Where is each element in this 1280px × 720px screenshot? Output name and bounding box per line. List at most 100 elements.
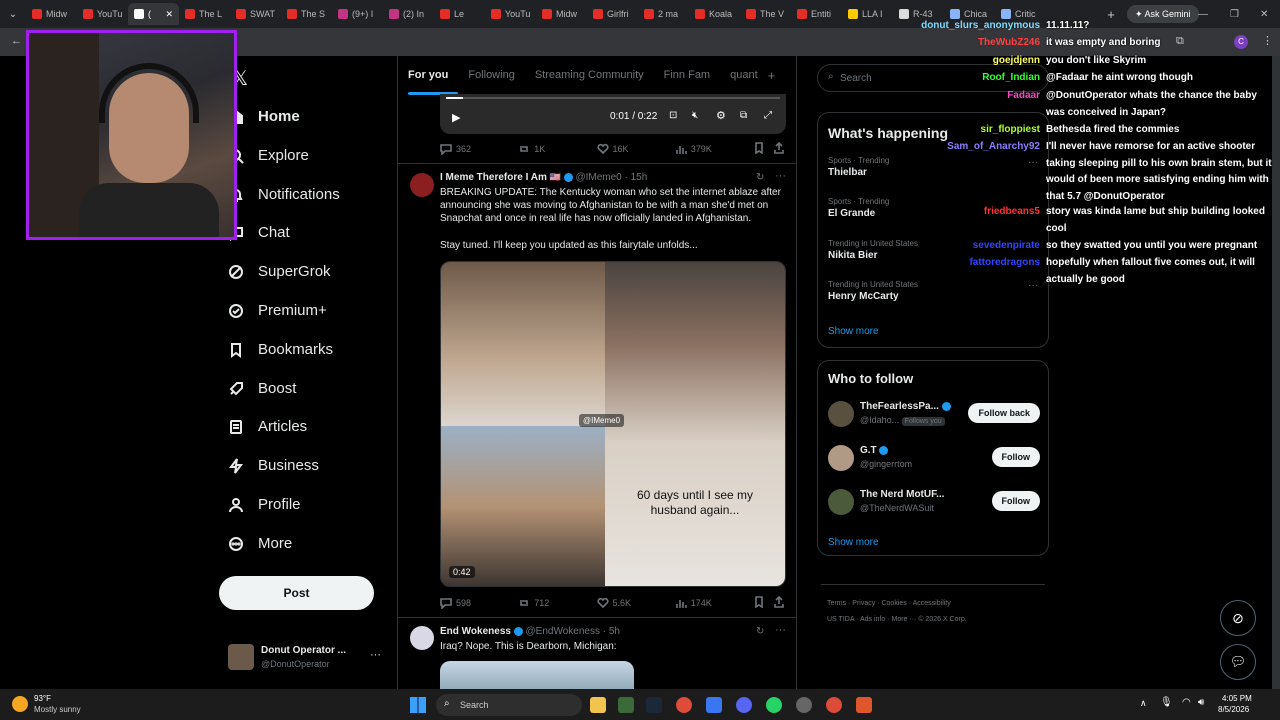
nav-notifications[interactable]: Notifications — [228, 186, 340, 203]
mute-icon[interactable]: 🔇︎ — [692, 110, 698, 121]
chat-username[interactable]: friedbeans5 — [984, 204, 1040, 221]
footer-link[interactable]: US TIDA — [827, 616, 854, 623]
nav-chat[interactable]: Chat — [228, 224, 290, 241]
grok-fab[interactable]: ⊘ — [1220, 600, 1256, 636]
account-more-icon[interactable]: ··· — [370, 649, 381, 661]
share-button[interactable] — [773, 141, 785, 156]
file-explorer-icon[interactable] — [590, 697, 606, 713]
terminal-icon[interactable] — [618, 697, 634, 713]
tweet3-author-name[interactable]: End Wokeness — [440, 626, 511, 637]
footer-link[interactable]: Accessibility — [913, 600, 951, 607]
browser-tab[interactable]: LLA I — [842, 3, 893, 25]
account-switcher[interactable]: Donut Operator ... @DonutOperator ··· — [228, 641, 388, 675]
chat-username[interactable]: Sam_of_Anarchy92 — [947, 139, 1040, 156]
tweet3-avatar[interactable] — [410, 626, 434, 650]
browser-tab[interactable]: Midw — [536, 3, 587, 25]
steam-icon[interactable] — [646, 697, 662, 713]
taskbar-search[interactable]: ⌕ Search — [436, 694, 582, 716]
chat-username[interactable]: Roof_Indian — [982, 70, 1040, 87]
browser-tab[interactable]: Koala — [689, 3, 740, 25]
browser-tab[interactable]: 2 ma — [638, 3, 689, 25]
nav-boost[interactable]: Boost — [228, 380, 296, 397]
play-icon[interactable]: ▶ — [452, 111, 460, 124]
footer-link[interactable]: More ··· — [891, 616, 916, 623]
follow-suggestion[interactable]: TheFearlessPa... @Idaho... Follows you F… — [828, 399, 1040, 431]
footer-link[interactable]: Terms — [827, 600, 846, 607]
video-progress-bar[interactable] — [446, 97, 780, 99]
nav-business[interactable]: Business — [228, 457, 319, 474]
tweet2-avatar[interactable] — [410, 173, 434, 197]
chrome-active-icon[interactable] — [826, 697, 842, 713]
trends-show-more[interactable]: Show more — [828, 326, 879, 337]
browser-tab[interactable]: The L — [179, 3, 230, 25]
browser-tab[interactable]: YouTu — [485, 3, 536, 25]
tweet2-author-name[interactable]: I Meme Therefore I Am — [440, 172, 547, 183]
nav-articles[interactable]: Articles — [228, 418, 307, 435]
footer-link[interactable]: Privacy — [852, 600, 875, 607]
share-button[interactable] — [773, 595, 785, 610]
follow-show-more[interactable]: Show more — [828, 537, 879, 548]
follow-suggestion[interactable]: G.T @gingerrtom Follow — [828, 443, 1040, 475]
grok-analyze-icon[interactable]: ↻ — [756, 626, 764, 637]
tweet3-more-icon[interactable]: ··· — [775, 624, 786, 636]
browser-tab[interactable]: Le — [434, 3, 485, 25]
settings-app-icon[interactable] — [796, 697, 812, 713]
nav-premium[interactable]: Premium+ — [228, 302, 327, 319]
follow-button[interactable]: Follow — [991, 491, 1040, 511]
views-button[interactable]: 379K — [675, 143, 753, 155]
nav-supergrok[interactable]: SuperGrok — [228, 263, 331, 280]
browser-tab[interactable]: SWAT — [230, 3, 281, 25]
tweet1-video[interactable]: ▶ 0:01 / 0:22 ⊡ 🔇︎ ⚙ ⧉ ⤢ — [440, 94, 786, 134]
tray-chevron-icon[interactable]: ∧ — [1140, 698, 1147, 709]
chat-username[interactable]: goejdjenn — [993, 53, 1040, 70]
volume-icon[interactable]: 🔊︎ — [1198, 697, 1204, 708]
reply-button[interactable]: 362 — [440, 143, 518, 155]
messages-fab[interactable]: 💬︎ — [1220, 644, 1256, 680]
nav-home[interactable]: Home — [228, 108, 300, 125]
start-icon[interactable] — [410, 697, 426, 713]
bluetooth-app-icon[interactable] — [706, 697, 722, 713]
add-tab-icon[interactable]: + — [768, 68, 776, 83]
follow-suggestion[interactable]: The Nerd MotUF... @TheNerdWASuit Follow — [828, 487, 1040, 519]
chrome-icon[interactable] — [676, 697, 692, 713]
tweet2-more-icon[interactable]: ··· — [775, 170, 786, 182]
bookmark-button[interactable] — [753, 596, 773, 610]
browser-tab[interactable]: (✕ — [128, 3, 179, 25]
weather-desc[interactable]: Mostly sunny — [34, 705, 81, 714]
tab-for-you[interactable]: For you — [398, 69, 458, 81]
footer-link[interactable]: Ads info — [860, 616, 885, 623]
weather-temp[interactable]: 93°F — [34, 694, 51, 703]
discord-icon[interactable] — [736, 697, 752, 713]
close-tab-icon[interactable]: ✕ — [165, 9, 173, 20]
browser-tab[interactable]: Girlfri — [587, 3, 638, 25]
tweet2-media[interactable]: @IMeme0 60 days until I see my husband a… — [440, 261, 786, 587]
nav-profile[interactable]: Profile — [228, 496, 301, 513]
captions-icon[interactable]: ⊡ — [669, 110, 677, 121]
browser-tab[interactable]: YouTu — [77, 3, 128, 25]
post-button[interactable]: Post — [219, 576, 374, 610]
app-icon[interactable] — [856, 697, 872, 713]
browser-tab[interactable]: (9+) I — [332, 3, 383, 25]
nav-explore[interactable]: Explore — [228, 147, 309, 164]
fullscreen-icon[interactable]: ⤢ — [764, 110, 772, 121]
chat-username[interactable]: sevedenpirate — [973, 238, 1040, 255]
whatsapp-icon[interactable] — [766, 697, 782, 713]
chat-username[interactable]: donut_slurs_anonymous — [921, 18, 1040, 35]
tab-list-icon[interactable]: ⌄ — [0, 9, 26, 20]
clock-time[interactable]: 4:05 PM — [1222, 694, 1252, 703]
tab-finn-fam[interactable]: Finn Fam — [654, 69, 720, 81]
tab-quant[interactable]: quant — [720, 69, 768, 81]
repost-button[interactable]: 712 — [518, 597, 596, 609]
pip-icon[interactable]: ⧉ — [740, 110, 747, 121]
browser-tab[interactable]: Midw — [26, 3, 77, 25]
wifi-icon[interactable]: ◠ — [1182, 697, 1191, 708]
repost-button[interactable]: 1K — [518, 143, 596, 155]
browser-tab[interactable]: The S — [281, 3, 332, 25]
back-icon[interactable]: ← — [11, 35, 22, 47]
like-button[interactable]: 16K — [596, 143, 675, 155]
follow-button[interactable]: Follow — [991, 447, 1040, 467]
follow-back-button[interactable]: Follow back — [968, 403, 1040, 423]
grok-analyze-icon[interactable]: ↻ — [756, 172, 764, 183]
views-button[interactable]: 174K — [675, 597, 753, 609]
tweet3-media[interactable] — [440, 661, 634, 689]
